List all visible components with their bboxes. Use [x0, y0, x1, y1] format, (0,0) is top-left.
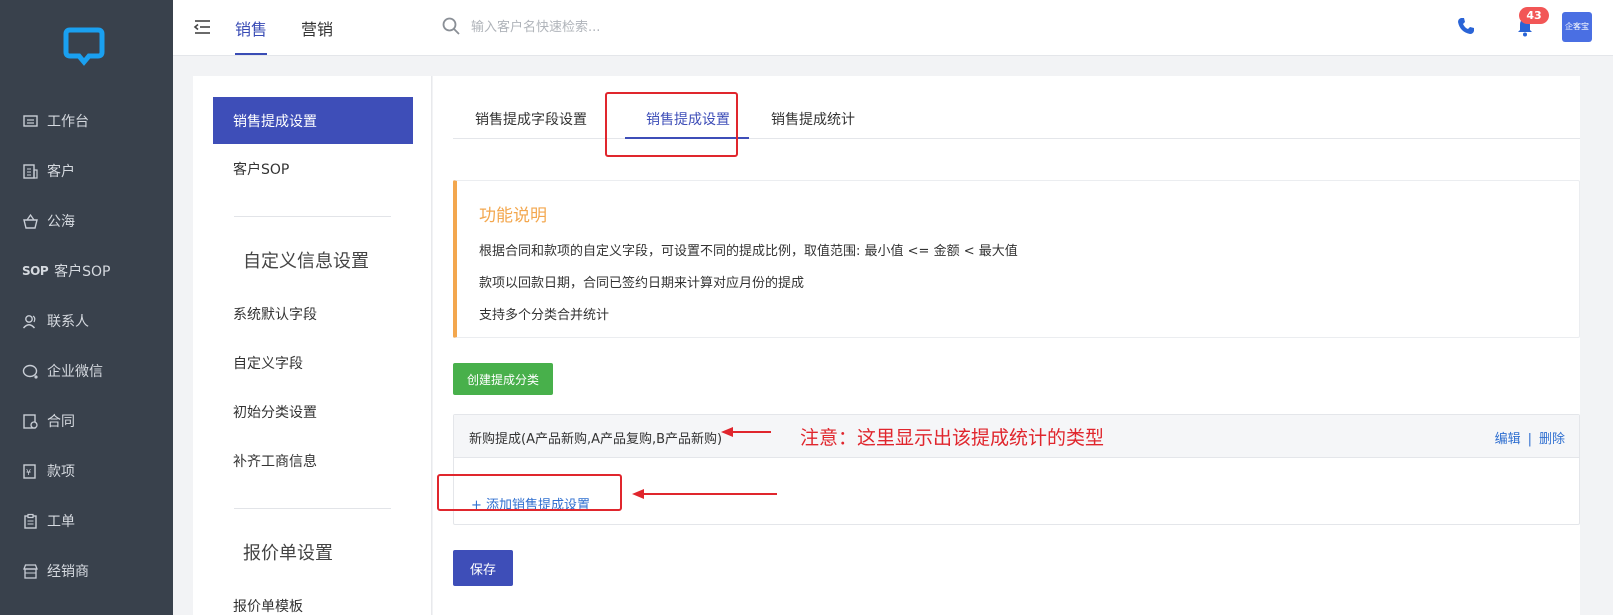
top-bar: 销售 营销 43 企客宝 [173, 0, 1613, 56]
tab-commission-fields[interactable]: 销售提成字段设置 [475, 109, 587, 129]
app-logo-icon[interactable] [62, 26, 106, 66]
settings-divider [234, 216, 391, 217]
nav-item-contract[interactable]: 合同 [0, 396, 173, 446]
settings-divider [234, 508, 391, 509]
annotation-arrow-icon [721, 427, 771, 437]
nav-item-payment[interactable]: ¥ 款项 [0, 446, 173, 496]
settings-item-default-fields[interactable]: 系统默认字段 [213, 290, 413, 337]
search-icon [442, 17, 460, 35]
tab-commission-stats[interactable]: 销售提成统计 [771, 109, 855, 129]
annotation-note: 注意：这里显示出该提成统计的类型 [800, 427, 1105, 449]
nav-item-customer[interactable]: 客户 [0, 146, 173, 196]
save-button[interactable]: 保存 [453, 550, 513, 586]
nav-item-label: 公海 [47, 214, 75, 230]
annotation-arrow-icon [632, 489, 777, 499]
customer-search-input[interactable] [471, 16, 771, 38]
nav-item-label: 联系人 [47, 314, 89, 330]
category-actions: 编辑 | 删除 [1495, 428, 1565, 447]
nav-item-workbench[interactable]: 工作台 [0, 96, 173, 146]
notification-badge: 43 [1519, 7, 1549, 24]
settings-section-custom-info: 自定义信息设置 [243, 251, 369, 272]
menu-collapse-icon[interactable] [191, 16, 213, 38]
basket-icon [22, 213, 39, 230]
notice-line: 根据合同和款项的自定义字段，可设置不同的提成比例，取值范围: 最小值 <= 金额… [479, 244, 1018, 259]
nav-item-label: 客户 [47, 164, 75, 180]
delete-link[interactable]: 删除 [1539, 432, 1565, 447]
annotation-highlight-box [437, 474, 622, 511]
sop-icon: SOP [22, 264, 49, 278]
svg-text:¥: ¥ [26, 468, 31, 477]
nav-item-contacts[interactable]: 联系人 [0, 296, 173, 346]
left-nav: 工作台 客户 公海 SOP 客户SOP 联系人 企业微信 合同 ¥ 款项 工单 … [0, 0, 173, 615]
nav-item-label: 企业微信 [47, 364, 103, 380]
notice-line: 支持多个分类合并统计 [479, 308, 610, 323]
notice-title: 功能说明 [479, 206, 547, 226]
top-tab-marketing[interactable]: 营销 [301, 16, 333, 40]
create-category-button[interactable]: 创建提成分类 [453, 363, 553, 395]
contacts-icon [22, 313, 39, 330]
notice-line: 款项以回款日期，合同已签约日期来计算对应月份的提成 [479, 276, 805, 291]
settings-section-quote: 报价单设置 [243, 543, 333, 564]
store-icon [22, 563, 39, 580]
avatar[interactable]: 企客宝 [1562, 12, 1592, 42]
nav-item-label: 客户SOP [54, 264, 111, 280]
edit-link[interactable]: 编辑 [1495, 432, 1521, 447]
category-header: 新购提成(A产品新购,A产品复购,B产品新购) 注意：这里显示出该提成统计的类型… [454, 415, 1579, 458]
nav-item-label: 经销商 [47, 564, 89, 580]
nav-item-label: 合同 [47, 414, 75, 430]
phone-icon[interactable] [1456, 16, 1476, 36]
main-content: 销售提成字段设置 销售提成设置 销售提成统计 功能说明 根据合同和款项的自定义字… [433, 76, 1580, 615]
settings-menu: 销售提成设置 客户SOP 自定义信息设置 系统默认字段 自定义字段 初始分类设置… [193, 76, 432, 615]
payment-icon: ¥ [22, 463, 39, 480]
settings-item-commission[interactable]: 销售提成设置 [213, 97, 413, 144]
nav-item-public-pool[interactable]: 公海 [0, 196, 173, 246]
annotation-highlight-box [605, 92, 738, 157]
top-tab-active-indicator [235, 53, 267, 55]
action-separator: | [1527, 432, 1532, 447]
nav-item-wecom[interactable]: 企业微信 [0, 346, 173, 396]
feature-notice: 功能说明 根据合同和款项的自定义字段，可设置不同的提成比例，取值范围: 最小值 … [453, 180, 1580, 338]
clipboard-icon [22, 513, 39, 530]
nav-item-customer-sop[interactable]: SOP 客户SOP [0, 246, 173, 296]
monitor-icon [22, 113, 39, 130]
settings-item-quote-template[interactable]: 报价单模板 [213, 582, 413, 615]
building-icon [22, 163, 39, 180]
top-tab-sales[interactable]: 销售 [235, 16, 267, 40]
nav-item-ticket[interactable]: 工单 [0, 496, 173, 546]
nav-item-label: 款项 [47, 464, 75, 480]
settings-item-customer-sop[interactable]: 客户SOP [213, 145, 413, 192]
category-name: 新购提成(A产品新购,A产品复购,B产品新购) [469, 432, 723, 447]
contract-icon [22, 413, 39, 430]
settings-item-business-info[interactable]: 补齐工商信息 [213, 437, 413, 484]
settings-item-initial-category[interactable]: 初始分类设置 [213, 388, 413, 435]
commission-category-card: 新购提成(A产品新购,A产品复购,B产品新购) 注意：这里显示出该提成统计的类型… [453, 414, 1580, 525]
nav-item-label: 工单 [47, 514, 75, 530]
nav-item-dealer[interactable]: 经销商 [0, 546, 173, 596]
nav-item-label: 工作台 [47, 114, 89, 130]
chat-icon [22, 363, 39, 380]
settings-item-custom-fields[interactable]: 自定义字段 [213, 339, 413, 386]
